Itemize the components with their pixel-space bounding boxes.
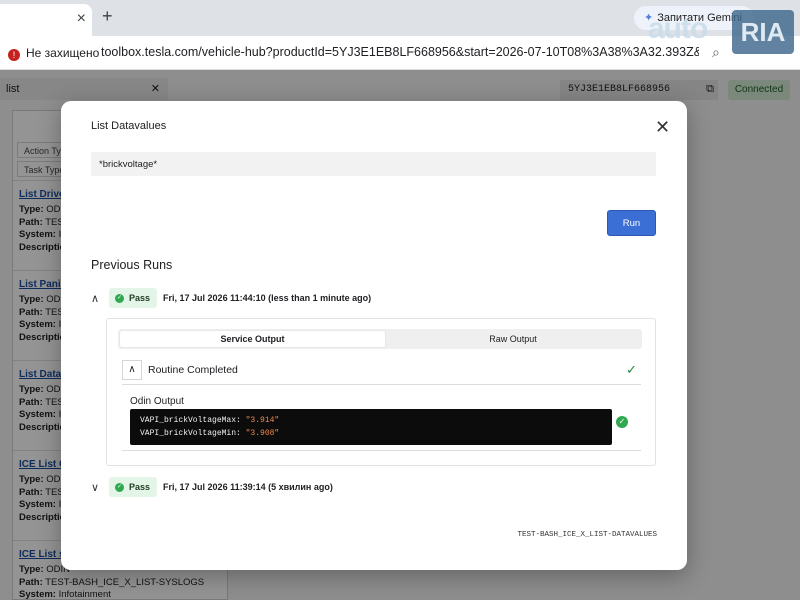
run-timestamp: Fri, 17 Jul 2026 11:39:14 (5 хвилин ago) xyxy=(163,482,333,492)
chevron-up-icon[interactable]: ∧ xyxy=(122,360,142,380)
output-line: VAPI_brickVoltageMin: "3.908" xyxy=(140,429,280,438)
run-details: Service Output Raw Output ∧ Routine Comp… xyxy=(106,318,656,466)
output-line: VAPI_brickVoltageMax: "3.914" xyxy=(140,416,280,425)
status-badge: ✓ Pass xyxy=(109,288,158,308)
watermark-auto-text: auto xyxy=(648,12,708,45)
dialog-title: List Datavalues xyxy=(91,120,167,132)
status-label: Pass xyxy=(129,482,151,492)
security-chip[interactable]: ! Не захищено xyxy=(4,42,107,64)
watermark-ria-text: RIA xyxy=(732,10,794,54)
run-header[interactable]: ∧ ✓ Pass Fri, 17 Jul 2026 11:44:10 (less … xyxy=(91,288,371,308)
url-field[interactable]: toolbox.tesla.com/vehicle-hub?productId=… xyxy=(101,45,699,59)
routine-row: ∧ Routine Completed ✓ xyxy=(122,359,641,385)
pass-check-icon: ✓ xyxy=(115,482,124,492)
output-tabs: Service Output Raw Output xyxy=(118,329,642,349)
watermark-logo: auto RIA xyxy=(648,10,798,56)
run-header[interactable]: ∨ ✓ Pass Fri, 17 Jul 2026 11:39:14 (5 хви… xyxy=(91,477,333,497)
run-timestamp: Fri, 17 Jul 2026 11:44:10 (less than 1 m… xyxy=(163,293,372,303)
security-label: Не захищено xyxy=(26,46,100,60)
run-button[interactable]: Run xyxy=(607,210,656,236)
odin-output-console: VAPI_brickVoltageMax: "3.914" VAPI_brick… xyxy=(130,409,612,445)
warning-icon: ! xyxy=(8,49,20,61)
browser-tab[interactable]: × xyxy=(0,4,92,36)
chevron-down-icon[interactable]: ∨ xyxy=(91,481,105,494)
routine-id: TEST-BASH_ICE_X_LIST-DATAVALUES xyxy=(517,531,657,539)
datavalue-query-input[interactable] xyxy=(91,152,656,176)
close-icon[interactable]: ✕ xyxy=(655,117,670,138)
list-datavalues-dialog: List Datavalues ✕ Run Previous Runs ∧ ✓ P… xyxy=(61,101,687,570)
previous-runs-heading: Previous Runs xyxy=(91,258,173,272)
status-badge: ✓ Pass xyxy=(109,477,158,497)
output-success-icon: ✓ xyxy=(616,416,628,428)
status-label: Pass xyxy=(129,293,151,303)
pass-check-icon: ✓ xyxy=(115,293,124,303)
tab-raw-output[interactable]: Raw Output xyxy=(386,331,640,347)
new-tab-button[interactable]: + xyxy=(102,6,113,27)
divider xyxy=(122,450,641,451)
chevron-up-icon[interactable]: ∧ xyxy=(91,292,105,305)
routine-status-label: Routine Completed xyxy=(148,364,238,376)
tab-service-output[interactable]: Service Output xyxy=(120,331,385,347)
check-icon: ✓ xyxy=(626,362,637,377)
odin-output-label: Odin Output xyxy=(130,396,184,407)
tab-close-icon[interactable]: × xyxy=(77,10,86,28)
